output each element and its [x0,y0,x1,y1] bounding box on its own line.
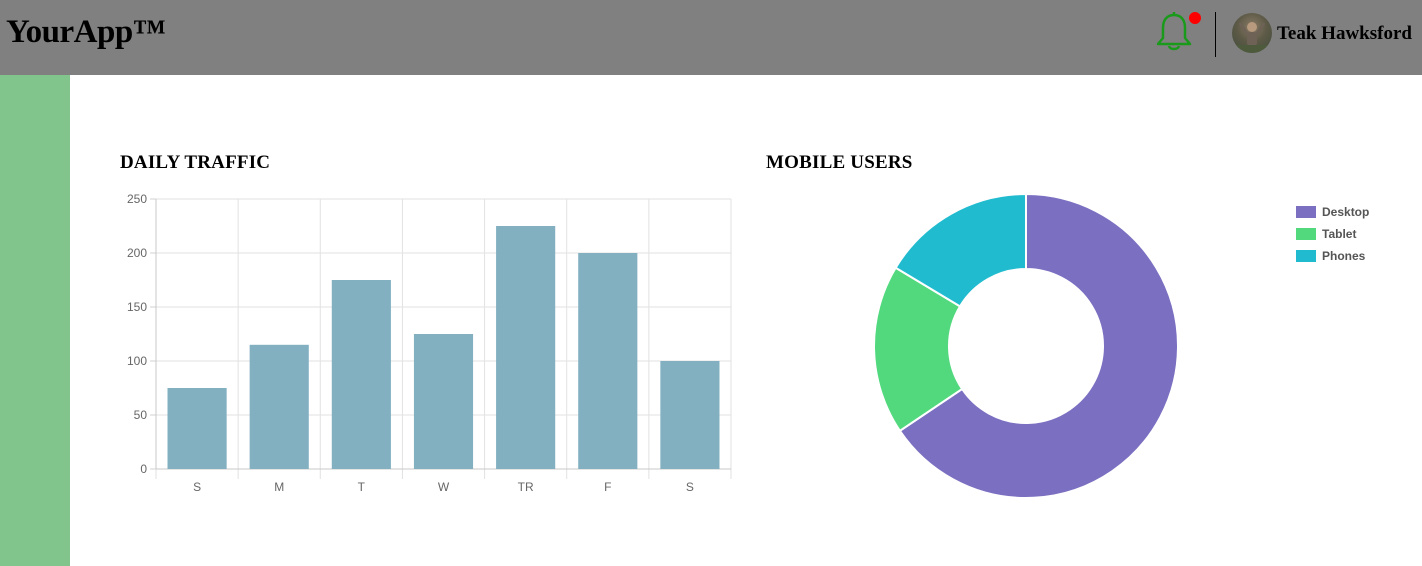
x-tick-label: TR [518,480,534,494]
bar-6[interactable] [660,361,720,469]
legend-label: Tablet [1322,227,1357,241]
legend-label: Phones [1322,249,1366,263]
mobile-users-title: MOBILE USERS [766,152,913,173]
user-avatar[interactable] [1232,13,1272,53]
bar-4[interactable] [496,226,556,469]
x-tick-label: S [686,480,694,494]
y-tick-label: 150 [127,300,147,314]
top-header: YourApp™ Teak Hawksford [0,0,1422,75]
bar-0[interactable] [167,388,227,469]
legend-item[interactable]: Tablet [1296,223,1369,245]
bar-3[interactable] [413,334,474,469]
daily-traffic-bar-chart: 0 50 100 150 200 250 S M T W TR F S [127,192,732,494]
header-divider [1215,12,1216,57]
x-tick-label: F [604,480,611,494]
sidebar [0,75,70,566]
y-tick-label: 50 [134,408,148,422]
legend-item[interactable]: Desktop [1296,201,1369,223]
x-tick-label: W [438,480,450,494]
x-tick-label: M [274,480,284,494]
x-tick-label: S [193,480,201,494]
y-tick-label: 100 [127,354,147,368]
mobile-users-donut-chart [873,192,1179,499]
y-tick-label: 250 [127,192,147,206]
bar-2[interactable] [331,280,391,469]
legend-swatch [1296,206,1316,218]
legend-swatch [1296,228,1316,240]
bar-5[interactable] [578,253,638,469]
legend-swatch [1296,250,1316,262]
notification-dot [1189,12,1201,24]
legend-label: Desktop [1322,205,1370,219]
app-logo[interactable]: YourApp™ [6,14,166,51]
user-name[interactable]: Teak Hawksford [1277,23,1412,45]
x-tick-label: T [358,480,366,494]
legend-item[interactable]: Phones [1296,245,1369,267]
daily-traffic-title: DAILY TRAFFIC [120,152,271,173]
bar-1[interactable] [249,344,309,469]
y-tick-label: 0 [140,462,147,476]
mobile-users-legend: Desktop Tablet Phones [1296,201,1369,267]
y-tick-label: 200 [127,246,147,260]
